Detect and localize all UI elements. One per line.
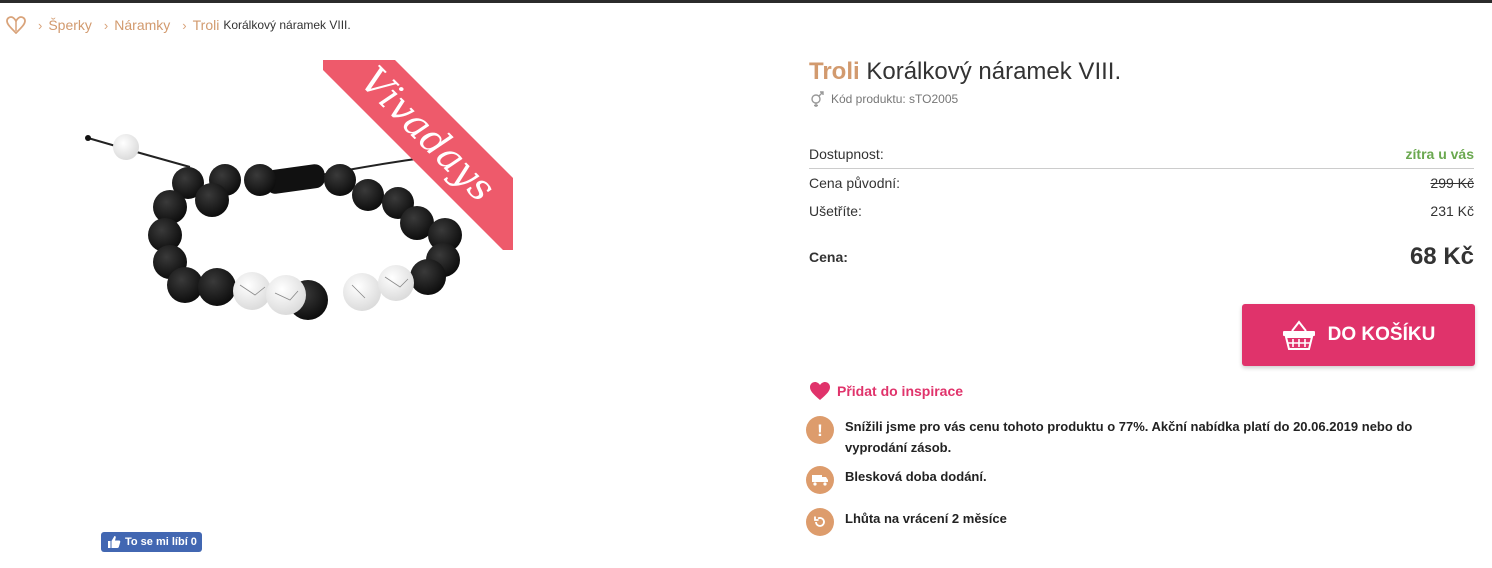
promo-ribbon: Vivadays (323, 60, 513, 250)
thumbs-up-icon (108, 536, 121, 548)
benefit-return: Lhůta na vrácení 2 měsíce (806, 508, 1007, 536)
top-bar (0, 0, 1492, 3)
product-info-table: Dostupnost: zítra u vás Cena původní: 29… (809, 140, 1474, 225)
benefit-discount-text: Snížili jsme pro vás cenu tohoto produkt… (845, 419, 1413, 455)
add-to-inspiration-link[interactable]: Přidat do inspirace (809, 381, 963, 401)
product-title: Troli Korálkový náramek VIII. (809, 58, 1121, 86)
breadcrumb-item-naramky[interactable]: Náramky (114, 17, 170, 33)
breadcrumb: › Šperky › Náramky › Troli Korálkový nár… (6, 15, 351, 35)
price-row: Cena: 68 Kč (809, 243, 1474, 271)
exclamation-icon: ! (806, 416, 834, 444)
product-brand[interactable]: Troli (809, 58, 860, 85)
breadcrumb-separator: › (182, 17, 187, 33)
price-label: Cena: (809, 249, 848, 265)
savings-label: Ušetříte: (809, 203, 862, 219)
breadcrumb-separator: › (103, 17, 109, 33)
availability-label: Dostupnost: (809, 146, 884, 162)
availability-value: zítra u vás (1405, 146, 1474, 162)
benefit-delivery: Blesková doba dodání. (806, 466, 987, 494)
unisex-icon (811, 91, 824, 107)
heart-icon (810, 382, 830, 400)
facebook-like-button[interactable]: To se mi líbí 0 (101, 532, 202, 552)
delivery-truck-icon (806, 466, 834, 494)
promo-ribbon-label: Vivadays (323, 60, 513, 250)
benefit-return-text: Lhůta na vrácení 2 měsíce (845, 511, 1007, 526)
facebook-like-label: To se mi líbí 0 (125, 536, 197, 548)
basket-icon (1282, 320, 1315, 350)
savings-value: 231 Kč (1430, 203, 1474, 219)
breadcrumb-current: Korálkový náramek VIII. (223, 18, 351, 32)
original-price-label: Cena původní: (809, 175, 901, 191)
original-price-row: Cena původní: 299 Kč (809, 169, 1474, 197)
product-code: Kód produktu: sTO2005 (831, 92, 959, 106)
original-price-value: 299 Kč (1430, 175, 1474, 191)
breadcrumb-item-sperky[interactable]: Šperky (48, 17, 92, 33)
add-to-cart-button[interactable]: DO KOŠÍKU (1242, 304, 1475, 366)
price-value: 68 Kč (1409, 243, 1474, 270)
product-code-row: Kód produktu: sTO2005 (809, 90, 958, 108)
breadcrumb-item-troli[interactable]: Troli (193, 17, 220, 33)
return-arrow-icon (806, 508, 834, 536)
heart-logo-icon[interactable] (6, 16, 26, 34)
benefit-delivery-text: Blesková doba dodání. (845, 469, 987, 484)
add-to-cart-label: DO KOŠÍKU (1327, 324, 1436, 345)
availability-row: Dostupnost: zítra u vás (809, 140, 1474, 169)
savings-row: Ušetříte: 231 Kč (809, 197, 1474, 225)
add-to-inspiration-label: Přidat do inspirace (837, 383, 964, 399)
breadcrumb-separator: › (38, 17, 43, 33)
benefit-discount: ! Snížili jsme pro vás cenu tohoto produ… (806, 416, 1446, 458)
product-name: Korálkový náramek VIII. (866, 58, 1122, 85)
